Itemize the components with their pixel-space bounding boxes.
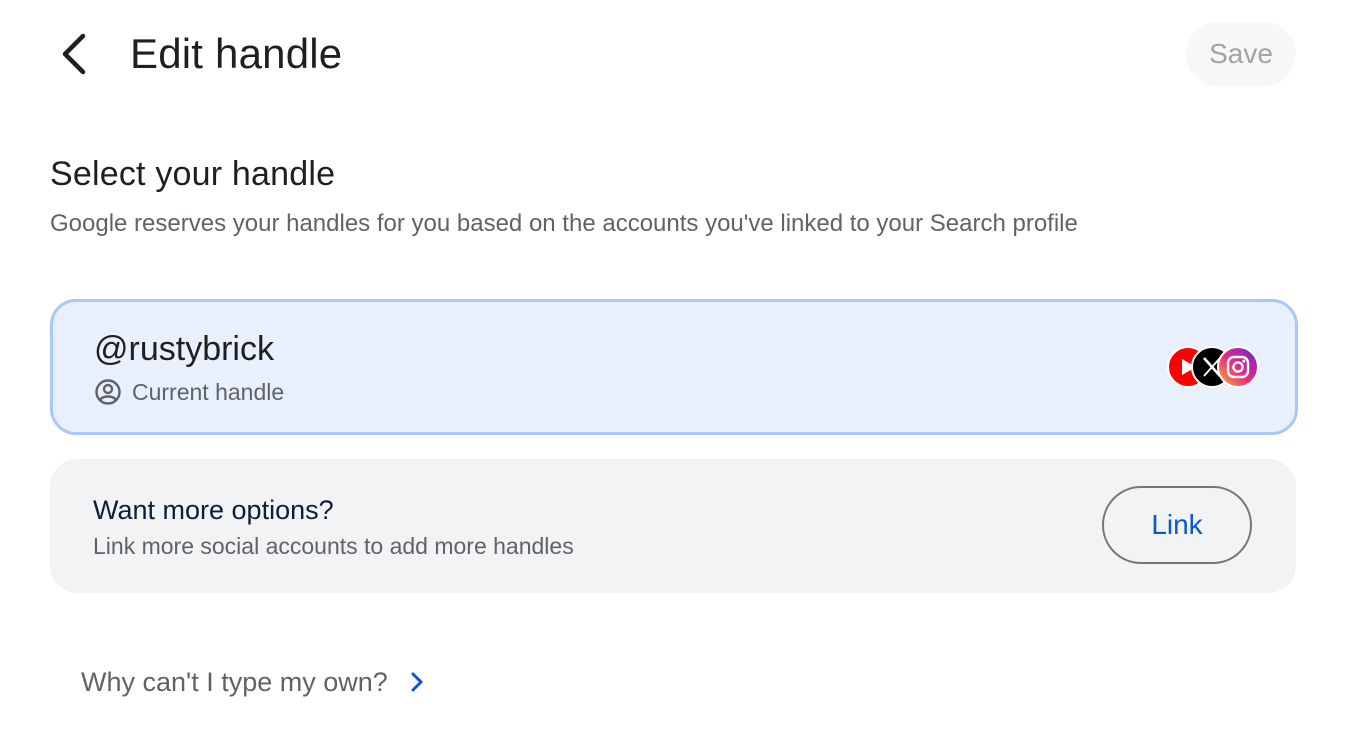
why-cant-i-type-link[interactable]: Why can't I type my own? [81,662,424,702]
page-title: Edit handle [130,30,343,77]
section-title: Select your handle [50,155,336,193]
instagram-icon [1217,346,1259,388]
more-options-card: Want more options? Link more social acco… [50,459,1296,593]
why-link-label: Why can't I type my own? [81,667,388,697]
linked-accounts [1167,346,1259,388]
handle-status-label: Current handle [132,379,285,405]
account-circle-icon [95,379,121,405]
back-button[interactable] [48,28,100,80]
save-button[interactable]: Save [1186,22,1296,86]
chevron-right-icon [411,672,423,692]
options-title: Want more options? [93,495,334,525]
top-bar: Edit handle Save [0,0,1370,110]
options-description: Link more social accounts to add more ha… [93,533,574,559]
handle-option-card[interactable]: @rustybrick Current handle [50,299,1298,435]
link-accounts-button[interactable]: Link [1102,486,1252,564]
handle-name: @rustybrick [94,330,274,368]
arrow-back-icon [62,33,86,75]
section-description: Google reserves your handles for you bas… [50,210,1078,237]
handle-status: Current handle [94,376,284,408]
